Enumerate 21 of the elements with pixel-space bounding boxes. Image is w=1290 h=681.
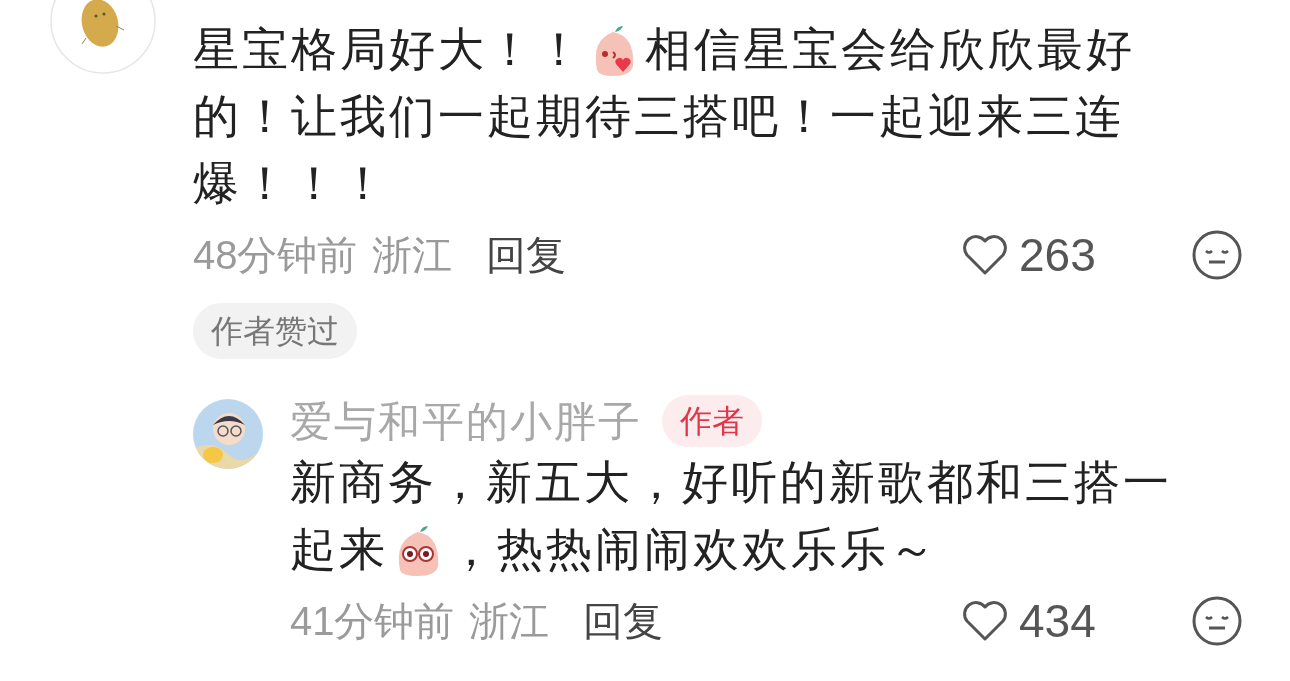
author-liked-badge: 作者赞过 xyxy=(193,303,357,359)
comment-text: 起来 xyxy=(290,522,388,577)
neutral-face-icon[interactable] xyxy=(1191,595,1243,647)
reply-link[interactable]: 回复 xyxy=(485,225,566,285)
comment-text: 的！让我们一起期待三搭吧！一起迎来三连 xyxy=(193,89,1124,144)
comment-time: 48分钟前 xyxy=(193,232,358,279)
comment-text: 星宝格局好大！！ xyxy=(193,22,585,77)
reply-link[interactable]: 回复 xyxy=(582,591,663,651)
comment-text: 爆！！！ xyxy=(193,156,389,211)
heart-icon[interactable] xyxy=(961,233,1009,277)
comment-text: 相信星宝会给欣欣最好 xyxy=(645,22,1135,77)
comment-time: 41分钟前 xyxy=(290,598,455,645)
like-count: 263 xyxy=(1019,227,1096,283)
comment-text: 新商务，新五大，好听的新歌都和三搭一 xyxy=(290,455,1172,510)
like-count: 434 xyxy=(1019,593,1096,649)
comment-location: 浙江 xyxy=(468,598,549,645)
heart-icon[interactable] xyxy=(961,599,1009,643)
comment-text: ，热热闹闹欢欢乐乐～ xyxy=(448,522,938,577)
author-badge: 作者 xyxy=(662,395,762,447)
neutral-face-icon[interactable] xyxy=(1191,229,1243,281)
comment-location: 浙江 xyxy=(371,232,452,279)
